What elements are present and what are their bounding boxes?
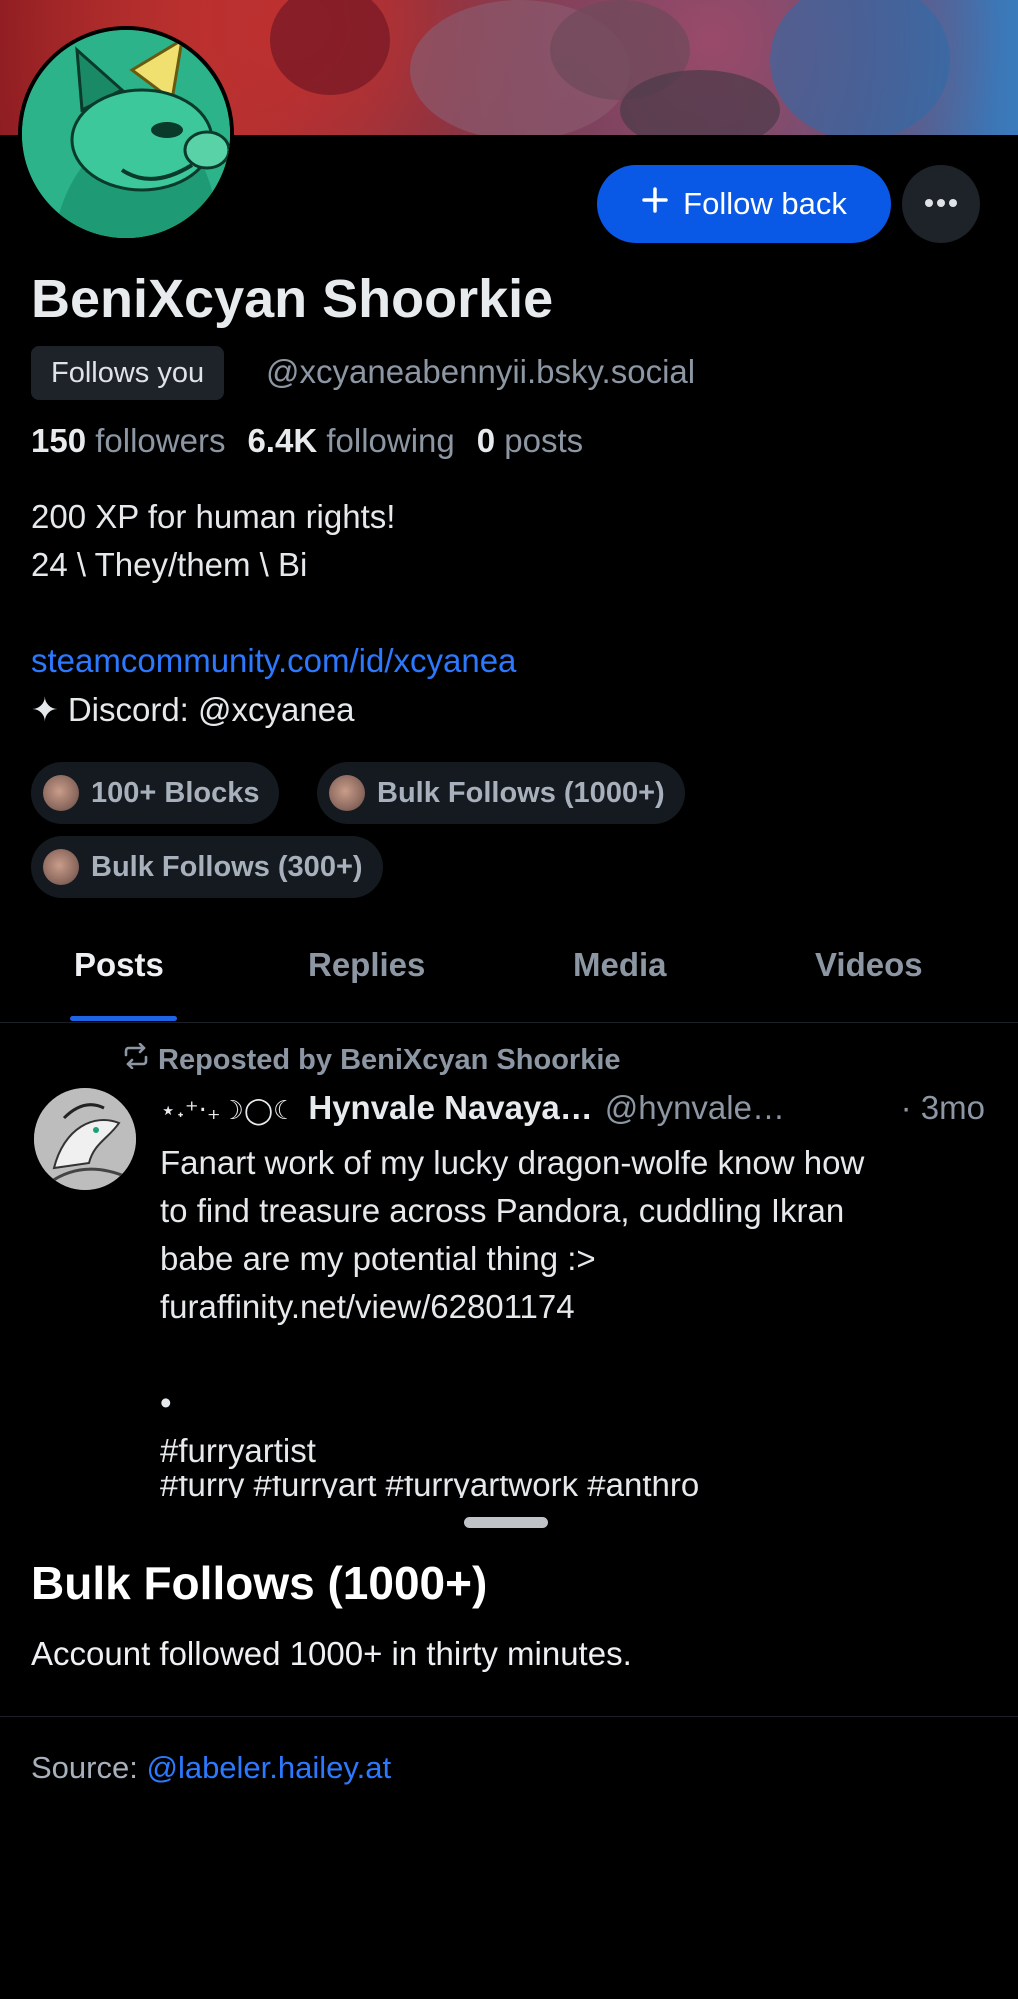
post-link[interactable]: furaffinity.net/view/62801174 xyxy=(160,1288,575,1326)
author-decoration: ⋆˖⁺‧₊☽◯☾ xyxy=(160,1095,297,1125)
bio-line: 24 \ They/them \ Bi xyxy=(31,546,308,583)
post-author-handle[interactable]: @hynvale… xyxy=(605,1089,785,1127)
post-text-line: Fanart work of my lucky dragon-wolfe kno… xyxy=(160,1144,865,1181)
repost-icon xyxy=(122,1042,150,1077)
tab-posts[interactable]: Posts xyxy=(74,946,164,984)
post-hashtag[interactable]: #furryartist xyxy=(160,1432,316,1470)
more-options-button[interactable] xyxy=(902,165,980,243)
label-chip[interactable]: 100+ Blocks xyxy=(31,762,280,824)
followers-stat[interactable]: 150 followers xyxy=(31,422,225,460)
labeler-avatar-icon xyxy=(43,849,79,885)
post-bullet: • xyxy=(160,1384,172,1421)
post-timestamp[interactable]: · 3mo xyxy=(901,1089,985,1127)
following-stat[interactable]: 6.4K following xyxy=(247,422,454,460)
labeler-avatar-icon xyxy=(43,775,79,811)
avatar-image xyxy=(22,30,230,238)
source-label: Source: xyxy=(31,1750,138,1785)
post-header: ⋆˖⁺‧₊☽◯☾ Hynvale Navaya… @hynvale… · 3mo xyxy=(160,1089,985,1127)
sheet-description: Account followed 1000+ in thirty minutes… xyxy=(31,1635,632,1672)
label-chip[interactable]: Bulk Follows (300+) xyxy=(31,836,383,898)
label-chip-text: Bulk Follows (300+) xyxy=(91,850,363,883)
ellipsis-icon xyxy=(924,195,958,213)
follow-back-label: Follow back xyxy=(683,186,847,221)
tab-media[interactable]: Media xyxy=(573,946,667,984)
sheet-divider xyxy=(0,1716,1018,1717)
bio-discord: ✦ Discord: @xcyanea xyxy=(31,691,355,728)
post-text-line: babe are my potential thing :> xyxy=(160,1240,596,1277)
profile-tabs: Posts Replies Media Videos xyxy=(0,920,1018,1023)
post-author-avatar[interactable] xyxy=(34,1088,136,1190)
profile-handle[interactable]: @xcyaneabennyii.bsky.social xyxy=(266,353,695,391)
sheet-source: Source: @labeler.hailey.at xyxy=(31,1750,391,1786)
tab-replies[interactable]: Replies xyxy=(308,946,425,984)
label-chip-text: Bulk Follows (1000+) xyxy=(377,776,665,809)
repost-label: Reposted by BeniXcyan Shoorkie xyxy=(158,1043,621,1076)
post-avatar-image xyxy=(34,1088,136,1190)
labeler-avatar-icon xyxy=(329,775,365,811)
post-author-name[interactable]: Hynvale Navaya… xyxy=(308,1089,592,1127)
sheet-title: Bulk Follows (1000+) xyxy=(31,1557,488,1609)
bio-line: 200 XP for human rights! xyxy=(31,498,396,535)
post-text-line: to find treasure across Pandora, cuddlin… xyxy=(160,1192,845,1229)
tab-videos[interactable]: Videos xyxy=(815,946,923,984)
label-chip-text: 100+ Blocks xyxy=(91,776,260,809)
post-hashtag-line[interactable]: #furry #furryart #furryartwork #anthro xyxy=(160,1476,699,1498)
bio-link[interactable]: steamcommunity.com/id/xcyanea xyxy=(31,642,516,680)
follow-back-button[interactable]: Follow back xyxy=(597,165,891,243)
posts-stat: 0 posts xyxy=(476,422,584,459)
follows-you-badge: Follows you xyxy=(31,346,225,400)
label-chip[interactable]: Bulk Follows (1000+) xyxy=(317,762,685,824)
profile-name: BeniXcyan Shoorkie xyxy=(31,269,554,329)
active-tab-indicator xyxy=(70,1016,177,1021)
plus-icon xyxy=(641,186,669,222)
profile-avatar[interactable] xyxy=(18,26,234,242)
repost-indicator[interactable]: Reposted by BeniXcyan Shoorkie xyxy=(122,1042,621,1077)
sheet-drag-handle[interactable] xyxy=(464,1517,548,1528)
source-link[interactable]: @labeler.hailey.at xyxy=(146,1750,391,1785)
profile-stats: 150 followers 6.4K following 0 posts xyxy=(31,422,583,460)
